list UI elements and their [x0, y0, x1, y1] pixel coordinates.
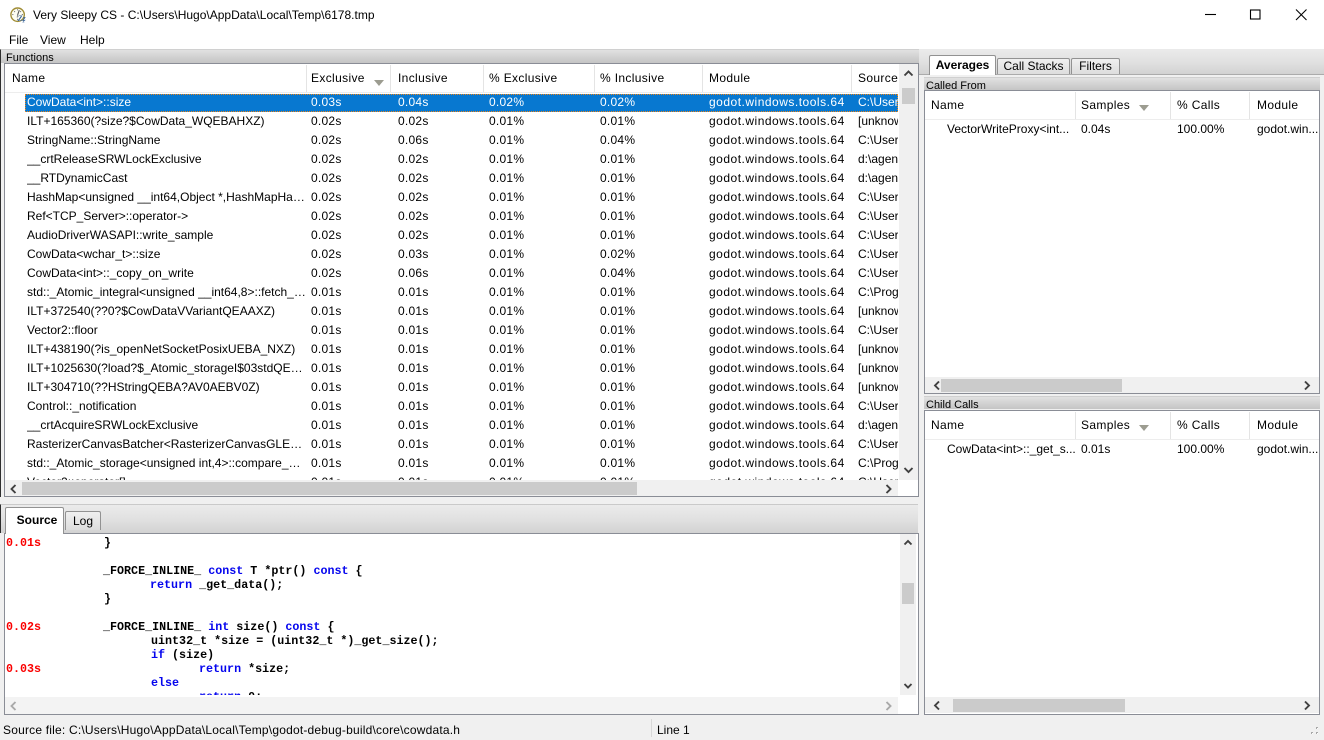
svg-text:Zz: Zz: [17, 14, 26, 23]
svg-text:z: z: [22, 19, 25, 23]
